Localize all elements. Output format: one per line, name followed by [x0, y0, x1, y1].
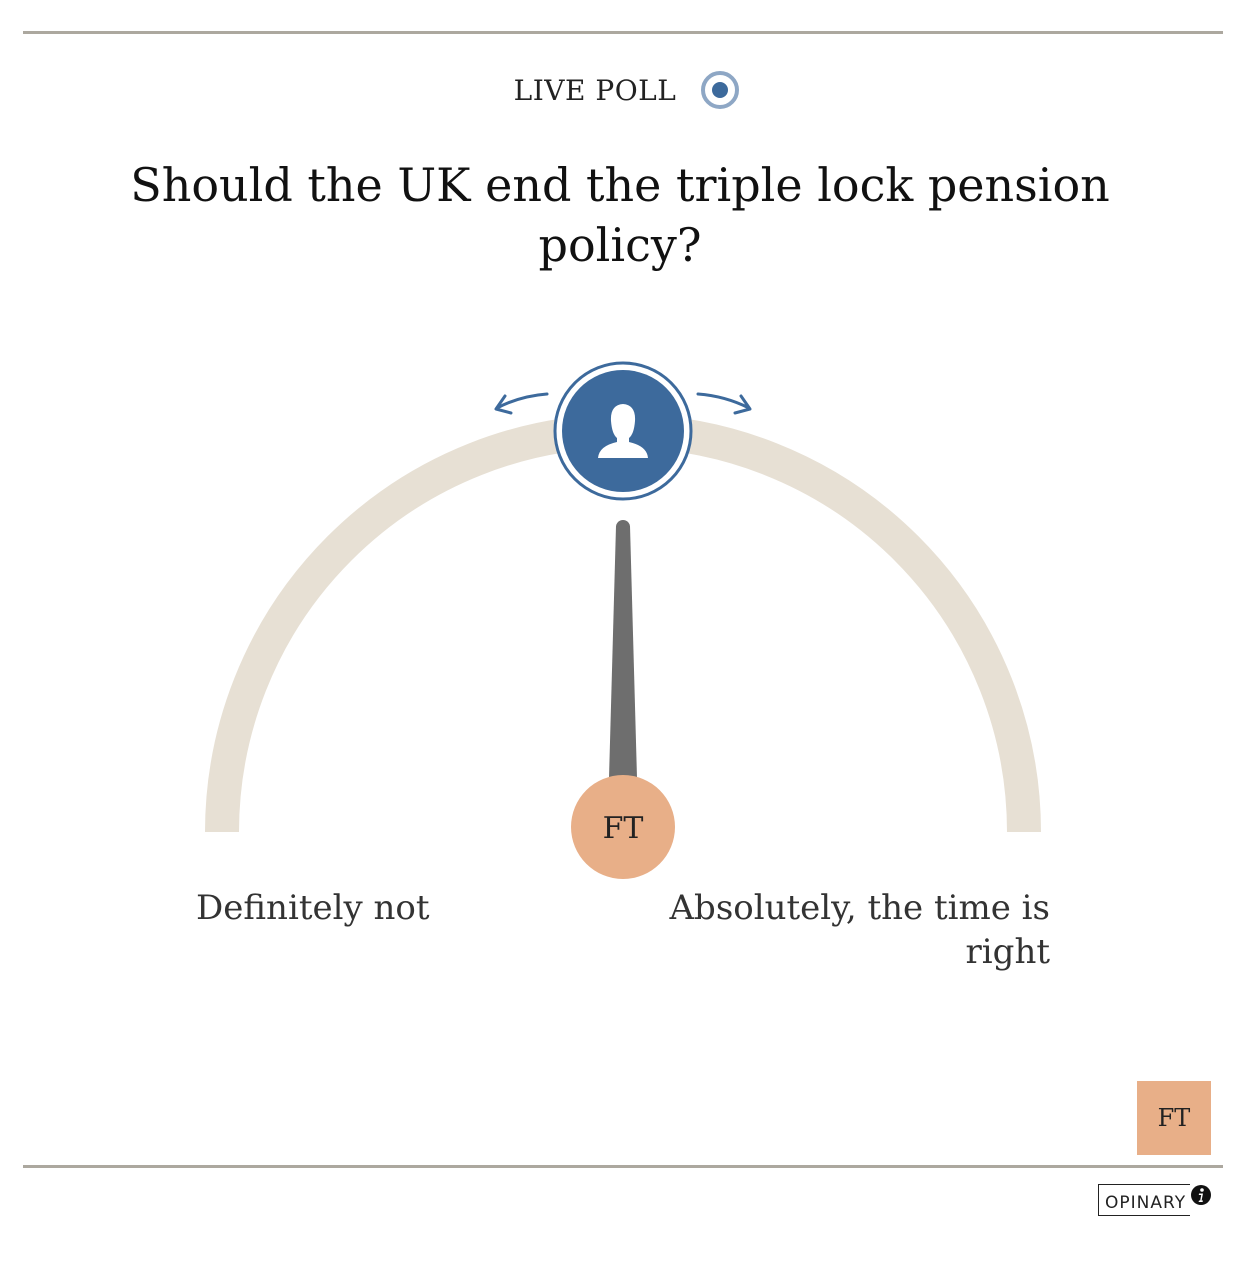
scale-right-label: Absolutely, the time is right	[669, 888, 1051, 972]
info-icon[interactable]	[1190, 1184, 1212, 1206]
top-divider	[23, 31, 1223, 34]
curved-arrow-right-icon	[696, 392, 752, 415]
publisher-badge-label: FT	[1157, 1104, 1191, 1132]
curved-arrow-left-icon	[494, 392, 549, 415]
ft-needle-marker: FT	[571, 775, 675, 879]
gauge-needle	[609, 520, 637, 778]
scale-left-label: Definitely not	[196, 888, 430, 928]
vote-handle[interactable]	[553, 361, 693, 501]
poll-question: Should the UK end the triple lock pensio…	[130, 158, 1110, 272]
opinary-branding[interactable]: OPINARY	[1098, 1184, 1212, 1216]
publisher-badge[interactable]: FT	[1137, 1081, 1211, 1155]
opinary-logo[interactable]: OPINARY	[1098, 1184, 1191, 1216]
bottom-divider	[23, 1165, 1223, 1168]
live-poll-label: LIVE POLL	[513, 73, 677, 107]
live-poll-header: LIVE POLL	[0, 70, 1258, 110]
radio-target-icon	[701, 71, 740, 109]
ft-marker-label: FT	[603, 811, 644, 846]
